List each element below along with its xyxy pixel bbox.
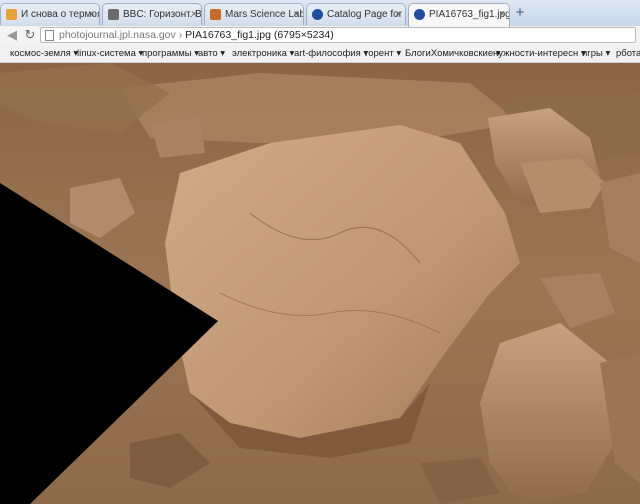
close-icon[interactable]: × bbox=[89, 4, 95, 25]
close-icon[interactable]: × bbox=[395, 4, 401, 25]
image-viewport[interactable] bbox=[0, 63, 640, 504]
fire-icon bbox=[6, 9, 17, 20]
mars-surface-image[interactable] bbox=[0, 63, 640, 504]
new-tab-button[interactable]: + bbox=[512, 5, 528, 21]
address-bar[interactable]: photojournal.jpl.nasa.gov › PIA16763_fig… bbox=[40, 27, 636, 43]
tab-4-active[interactable]: PIA16763_fig1.jpg (679 × bbox=[408, 3, 510, 27]
close-icon[interactable]: × bbox=[499, 4, 505, 25]
bbc-icon bbox=[108, 9, 119, 20]
mars-icon bbox=[210, 9, 221, 20]
url-host: photojournal.jpl.nasa.gov bbox=[59, 29, 176, 41]
bookmark-folder-linux[interactable]: linux-система ▾ bbox=[77, 45, 143, 62]
reload-icon[interactable]: ↻ bbox=[22, 27, 38, 43]
bookmark-folder-electronics[interactable]: электроника ▾ bbox=[232, 45, 294, 62]
url-path: PIA16763_fig1.jpg (6795×5234) bbox=[185, 29, 334, 41]
url-separator: › bbox=[178, 29, 183, 41]
bookmarks-bar: космос-земля ▾ linux-система ▾ программы… bbox=[0, 45, 640, 63]
bookmark-folder-programs[interactable]: программы ▾ bbox=[142, 45, 199, 62]
tab-title: PIA16763_fig1.jpg (679 bbox=[429, 9, 510, 20]
bookmark-folder-useful[interactable]: нужности-интересн ▾ bbox=[493, 45, 586, 62]
bookmark-folder-torrent[interactable]: торент ▾ bbox=[364, 45, 401, 62]
bookmark-folder-games[interactable]: игры ▾ bbox=[582, 45, 610, 62]
tab-title: И снова о термояде — bbox=[21, 9, 99, 20]
bookmark-folder-blogs[interactable]: БлогиХомичковские ▾ bbox=[405, 45, 501, 62]
bookmark-folder-auto[interactable]: авто ▾ bbox=[198, 45, 225, 62]
page-icon bbox=[45, 30, 54, 41]
nasa-icon bbox=[312, 9, 323, 20]
tab-title: BBC: Горизонт. Возмож bbox=[123, 9, 202, 20]
tab-1[interactable]: BBC: Горизонт. Возмож × bbox=[102, 3, 202, 25]
back-arrow-icon[interactable]: ◀ bbox=[4, 27, 20, 43]
tab-strip: И снова о термояде — × BBC: Горизонт. Во… bbox=[0, 0, 640, 27]
bookmark-work[interactable]: рбота bbox=[616, 45, 640, 62]
navigation-toolbar: ◀ ↻ photojournal.jpl.nasa.gov › PIA16763… bbox=[0, 26, 640, 46]
url-text[interactable]: photojournal.jpl.nasa.gov › PIA16763_fig… bbox=[59, 28, 334, 43]
tab-title: Catalog Page for PIA167 bbox=[327, 9, 405, 20]
bookmark-folder-kosmos[interactable]: космос-земля ▾ bbox=[10, 45, 78, 62]
tab-3[interactable]: Catalog Page for PIA167 × bbox=[306, 3, 406, 25]
bookmark-folder-art[interactable]: art-философия ▾ bbox=[294, 45, 368, 62]
close-icon[interactable]: × bbox=[191, 4, 197, 25]
close-icon[interactable]: × bbox=[293, 4, 299, 25]
tab-2[interactable]: Mars Science Laboratory × bbox=[204, 3, 304, 25]
tab-title: Mars Science Laboratory bbox=[225, 9, 303, 20]
tab-0[interactable]: И снова о термояде — × bbox=[0, 3, 100, 25]
nasa-icon bbox=[414, 9, 425, 20]
